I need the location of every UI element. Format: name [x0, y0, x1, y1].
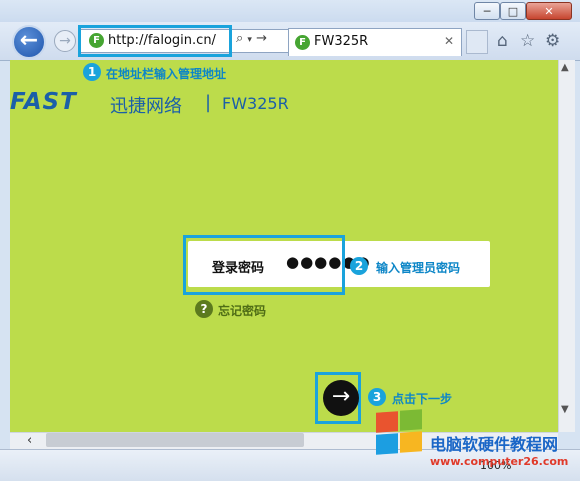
search-icon[interactable]: ⌕	[236, 31, 243, 46]
router-model: FW325R	[222, 94, 289, 113]
step-2-text: 输入管理员密码	[376, 261, 461, 275]
brand-name: 迅捷网络	[110, 96, 182, 117]
go-arrow-icon[interactable]: →	[256, 31, 267, 46]
address-actions: ⌕ ▾ →	[236, 31, 267, 46]
step-1-text: 在地址栏输入管理地址	[106, 67, 227, 81]
home-icon[interactable]: ⌂	[497, 31, 508, 51]
login-highlight	[183, 235, 345, 295]
scroll-left-icon[interactable]: ‹	[27, 433, 32, 448]
gear-icon[interactable]: ⚙	[545, 31, 560, 51]
fast-logo: FAST	[10, 89, 77, 115]
help-icon[interactable]: ?	[195, 300, 213, 318]
minimize-button[interactable]: ─	[474, 2, 500, 20]
watermark-url: www.computer26.com	[430, 455, 569, 468]
close-button[interactable]: ✕	[526, 2, 572, 20]
forgot-password-link[interactable]: 忘记密码	[218, 302, 266, 319]
scroll-down-icon[interactable]: ▼	[561, 404, 569, 415]
new-tab-button[interactable]	[466, 30, 488, 54]
horizontal-scroll-thumb[interactable]	[46, 433, 304, 447]
forward-button[interactable]: →	[54, 30, 76, 52]
tab-favicon-icon: F	[295, 35, 310, 50]
next-button[interactable]: →	[323, 380, 359, 416]
step-1-badge: 1	[83, 63, 101, 81]
address-bar-highlight	[78, 25, 232, 57]
watermark-title: 电脑软硬件教程网	[430, 435, 559, 454]
tab-close-icon[interactable]: ✕	[444, 34, 454, 48]
arrow-right-icon: →	[331, 384, 351, 409]
step-3-text: 点击下一步	[392, 392, 453, 406]
scroll-up-icon[interactable]: ▲	[561, 62, 569, 73]
tab-title: FW325R	[314, 34, 369, 49]
star-icon[interactable]: ☆	[520, 31, 535, 51]
back-button[interactable]: ←	[12, 25, 46, 59]
step-2-badge: 2	[350, 257, 368, 275]
vertical-scrollbar[interactable]	[558, 60, 575, 432]
brand-separator: |	[205, 92, 212, 113]
back-arrow-icon: ←	[19, 28, 39, 53]
dropdown-icon[interactable]: ▾	[247, 35, 252, 45]
forward-arrow-icon: →	[59, 33, 71, 49]
step-3-badge: 3	[368, 388, 386, 406]
maximize-button[interactable]: □	[500, 2, 526, 20]
